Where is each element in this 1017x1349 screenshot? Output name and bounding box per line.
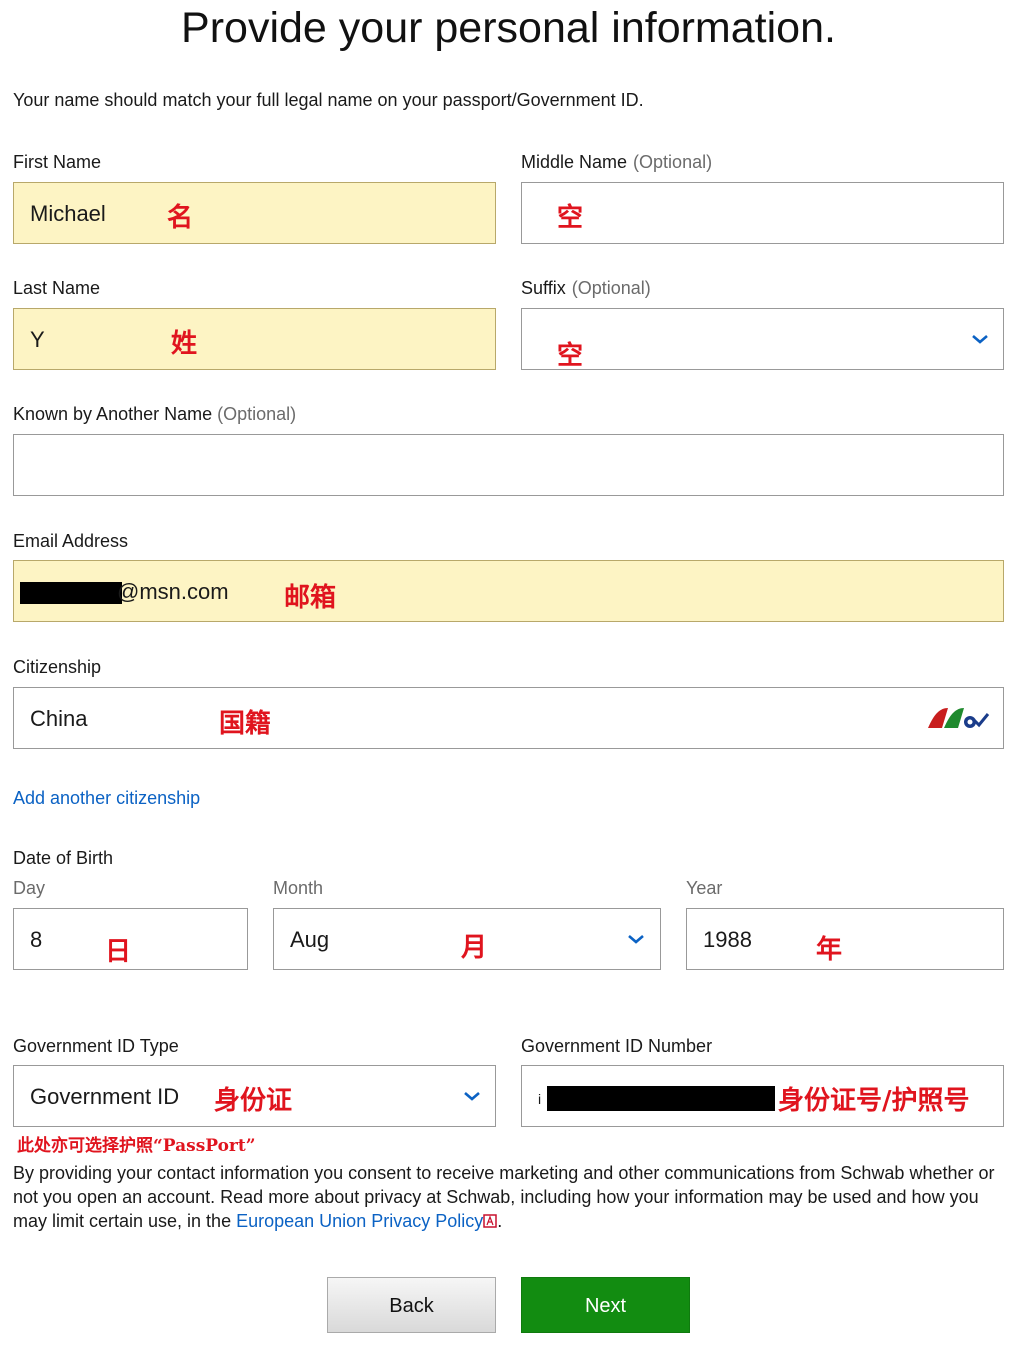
- dob-day-value: 8: [30, 927, 43, 952]
- redaction-bar: [547, 1086, 775, 1111]
- next-button[interactable]: Next: [521, 1277, 690, 1333]
- dob-month-select[interactable]: Aug 月: [273, 908, 661, 970]
- email-field[interactable]: @msn.com 邮箱: [13, 560, 1004, 622]
- consent-text: By providing your contact information yo…: [13, 1161, 1008, 1233]
- page-title: Provide your personal information.: [181, 4, 836, 52]
- middle-name-field[interactable]: 空: [521, 182, 1004, 244]
- dob-day-label: Day: [13, 878, 46, 898]
- citizenship-field[interactable]: China 国籍: [13, 687, 1004, 749]
- known-by-label: Known by Another Name (Optional): [13, 404, 297, 424]
- chevron-down-icon: [972, 335, 988, 344]
- gov-id-type-select[interactable]: Government ID 身份证: [13, 1065, 496, 1127]
- autofill-check-icon: [928, 708, 990, 728]
- citizenship-label: Citizenship: [13, 657, 102, 677]
- suffix-label: Suffix (Optional): [521, 278, 651, 298]
- redaction-bar: [20, 582, 122, 604]
- chevron-down-icon: [464, 1092, 480, 1101]
- dob-day-field[interactable]: 8 日: [13, 908, 248, 970]
- middle-name-label: Middle Name (Optional): [521, 152, 713, 172]
- middle-name-optional: (Optional): [633, 152, 713, 172]
- dob-year-annotation: 年: [816, 935, 843, 965]
- privacy-policy-link[interactable]: European Union Privacy Policy: [236, 1211, 483, 1231]
- dob-year-field[interactable]: 1988 年: [686, 908, 1004, 970]
- suffix-optional: (Optional): [571, 278, 651, 298]
- consent-end: .: [497, 1211, 503, 1231]
- gov-id-type-label: Government ID Type: [13, 1036, 179, 1056]
- intro-text: Your name should match your full legal n…: [13, 90, 644, 110]
- dob-label: Date of Birth: [13, 848, 114, 868]
- known-by-optional: (Optional): [217, 404, 297, 424]
- email-annotation: 邮箱: [284, 583, 337, 613]
- first-name-annotation: 名: [167, 203, 194, 233]
- last-name-field[interactable]: Y 姓: [13, 308, 496, 370]
- gov-id-type-annotation: 身份证: [214, 1086, 293, 1116]
- gov-id-number-field[interactable]: i 身份证号/护照号: [521, 1065, 1004, 1127]
- middle-name-annotation: 空: [557, 203, 584, 233]
- first-name-label: First Name: [13, 152, 102, 172]
- citizenship-annotation: 国籍: [219, 709, 272, 739]
- chevron-down-icon: [628, 935, 644, 944]
- gov-id-type-value: Government ID: [30, 1084, 180, 1109]
- suffix-annotation: 空: [557, 341, 584, 371]
- add-citizenship-link[interactable]: Add another citizenship: [13, 788, 200, 809]
- suffix-select[interactable]: 空: [521, 308, 1004, 371]
- pdf-icon: [483, 1214, 497, 1228]
- gov-id-number-label: Government ID Number: [521, 1036, 713, 1056]
- dob-year-label: Year: [686, 878, 723, 898]
- dob-day-annotation: 日: [105, 937, 132, 967]
- last-name-annotation: 姓: [171, 329, 198, 359]
- dob-year-value: 1988: [703, 927, 752, 952]
- gov-id-number-annotation: 身份证号/护照号: [778, 1086, 970, 1116]
- citizenship-value: China: [30, 706, 88, 731]
- gov-id-number-value: i: [538, 1091, 542, 1107]
- email-value: @msn.com: [117, 579, 229, 604]
- consent-body: By providing your contact information yo…: [13, 1163, 995, 1231]
- last-name-label: Last Name: [13, 278, 101, 298]
- dob-month-value: Aug: [290, 927, 330, 952]
- back-button[interactable]: Back: [327, 1277, 496, 1333]
- email-label: Email Address: [13, 531, 129, 551]
- known-by-field[interactable]: [13, 434, 1004, 496]
- first-name-value: Michael: [30, 201, 106, 226]
- dob-month-annotation: 月: [461, 933, 488, 963]
- gov-id-type-note: 此处亦可选择护照“PassPort”: [17, 1136, 256, 1156]
- last-name-value: Y: [30, 327, 45, 352]
- first-name-field[interactable]: Michael 名: [13, 182, 496, 244]
- dob-month-label: Month: [273, 878, 324, 898]
